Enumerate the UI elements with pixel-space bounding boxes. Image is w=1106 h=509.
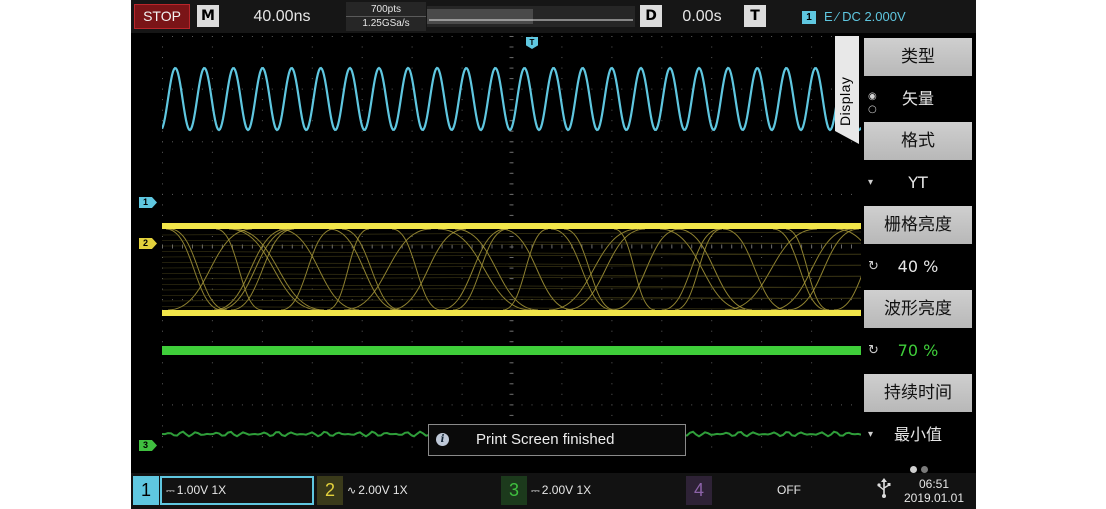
clock-time: 06:51 xyxy=(918,477,950,491)
ch1-scale[interactable]: ⎓ 1.00V 1X xyxy=(160,476,314,505)
delay-value[interactable]: 0.00s xyxy=(667,5,737,28)
ch3-scale[interactable]: ⎓ 2.00V 1X xyxy=(527,476,681,505)
menu-type-button[interactable]: 类型 xyxy=(864,38,972,76)
menu-persistence-value[interactable]: ▾ 最小值 xyxy=(864,416,972,454)
message-popup: i Print Screen finished xyxy=(428,424,686,456)
ch4-button[interactable]: 4 xyxy=(686,476,712,505)
ch2-eye-pattern xyxy=(131,228,976,311)
mode-key[interactable]: M xyxy=(197,5,219,27)
ch2-level-marker[interactable]: 2 xyxy=(139,238,157,249)
usb-icon xyxy=(873,478,895,502)
memory-position-bar[interactable] xyxy=(427,6,635,27)
menu-format-value-text: YT xyxy=(908,173,928,192)
display-menu-tab[interactable]: Display xyxy=(835,36,859,144)
oscilloscope-screen: STOP M 40.00ns 700pts 1.25GSa/s D 0.00s … xyxy=(131,0,976,509)
top-status-bar: STOP M 40.00ns 700pts 1.25GSa/s D 0.00s … xyxy=(131,0,976,33)
ch2-upper-band xyxy=(162,223,861,229)
menu-grid-brightness-button[interactable]: 栅格亮度 xyxy=(864,206,972,244)
ch1-scale-text: 1.00V 1X xyxy=(176,483,227,497)
clock-date: 2019.01.01 xyxy=(903,491,965,505)
memory-info: 700pts 1.25GSa/s xyxy=(346,2,426,31)
ch2-lower-band xyxy=(162,310,861,316)
menu-wave-brightness-button[interactable]: 波形亮度 xyxy=(864,290,972,328)
trigger-info[interactable]: 1 E ⁄ DC 2.000V xyxy=(796,5,976,28)
side-menu: 类型 ◉ ○ 矢量 格式 ▾ YT 栅格亮度 ↻ 40 % 波形亮度 ↻ 70 %… xyxy=(861,36,976,473)
timebase-value[interactable]: 40.00ns xyxy=(225,5,339,28)
waveform-canvas xyxy=(131,36,976,458)
ch3-scale-text: 2.00V 1X xyxy=(541,483,592,497)
ch2-scale[interactable]: ∿ 2.00V 1X xyxy=(343,476,497,505)
menu-grid-brightness-text: 40 % xyxy=(897,257,939,276)
radio-icon: ◉ ○ xyxy=(868,91,877,115)
ch2-button[interactable]: 2 xyxy=(317,476,343,505)
menu-persistence-button[interactable]: 持续时间 xyxy=(864,374,972,412)
delay-key[interactable]: D xyxy=(640,5,662,27)
dc-coupling-icon: ⎓ xyxy=(531,485,540,497)
channel-status-bar: 1 ⎓ 1.00V 1X 2 ∿ 2.00V 1X 3 ⎓ 2.00V 1X 4 OF… xyxy=(131,473,976,509)
rotary-knob-icon: ↻ xyxy=(868,259,879,274)
display-tab-label: Display xyxy=(837,76,853,126)
ch1-level-marker[interactable]: 1 xyxy=(139,197,157,208)
menu-type-value[interactable]: ◉ ○ 矢量 xyxy=(864,80,972,118)
ch3-band xyxy=(162,346,861,355)
memory-depth: 700pts xyxy=(370,4,402,15)
system-clock: 06:51 2019.01.01 xyxy=(895,476,973,506)
sample-rate: 1.25GSa/s xyxy=(346,16,426,30)
ch4-scale[interactable]: OFF xyxy=(712,476,866,505)
trigger-key[interactable]: T xyxy=(744,5,766,27)
menu-wave-brightness-text: 70 % xyxy=(897,341,939,360)
rotary-knob-icon: ↻ xyxy=(868,343,879,358)
ch2-scale-text: 2.00V 1X xyxy=(358,483,408,497)
menu-type-value-text: 矢量 xyxy=(901,89,934,108)
dropdown-icon: ▾ xyxy=(868,177,874,188)
menu-wave-brightness-value[interactable]: ↻ 70 % xyxy=(864,332,972,370)
run-stop-button[interactable]: STOP xyxy=(134,4,190,29)
ch3-button[interactable]: 3 xyxy=(501,476,527,505)
ch1-button[interactable]: 1 xyxy=(133,476,159,505)
menu-format-value[interactable]: ▾ YT xyxy=(864,164,972,202)
trigger-source-badge: 1 xyxy=(802,11,816,25)
menu-format-button[interactable]: 格式 xyxy=(864,122,972,160)
menu-grid-brightness-value[interactable]: ↻ 40 % xyxy=(864,248,972,286)
ac-coupling-icon: ∿ xyxy=(347,485,357,497)
ch3-level-marker[interactable]: 3 xyxy=(139,440,157,451)
dc-coupling-icon: ⎓ xyxy=(166,485,175,497)
trigger-level: E ⁄ DC 2.000V xyxy=(824,9,906,24)
info-icon: i xyxy=(436,433,449,446)
message-text: Print Screen finished xyxy=(476,431,615,448)
memory-waveform-preview xyxy=(427,9,633,24)
menu-persistence-value-text: 最小值 xyxy=(893,425,942,444)
dropdown-icon: ▾ xyxy=(868,429,874,440)
waveform-display[interactable] xyxy=(131,36,976,458)
